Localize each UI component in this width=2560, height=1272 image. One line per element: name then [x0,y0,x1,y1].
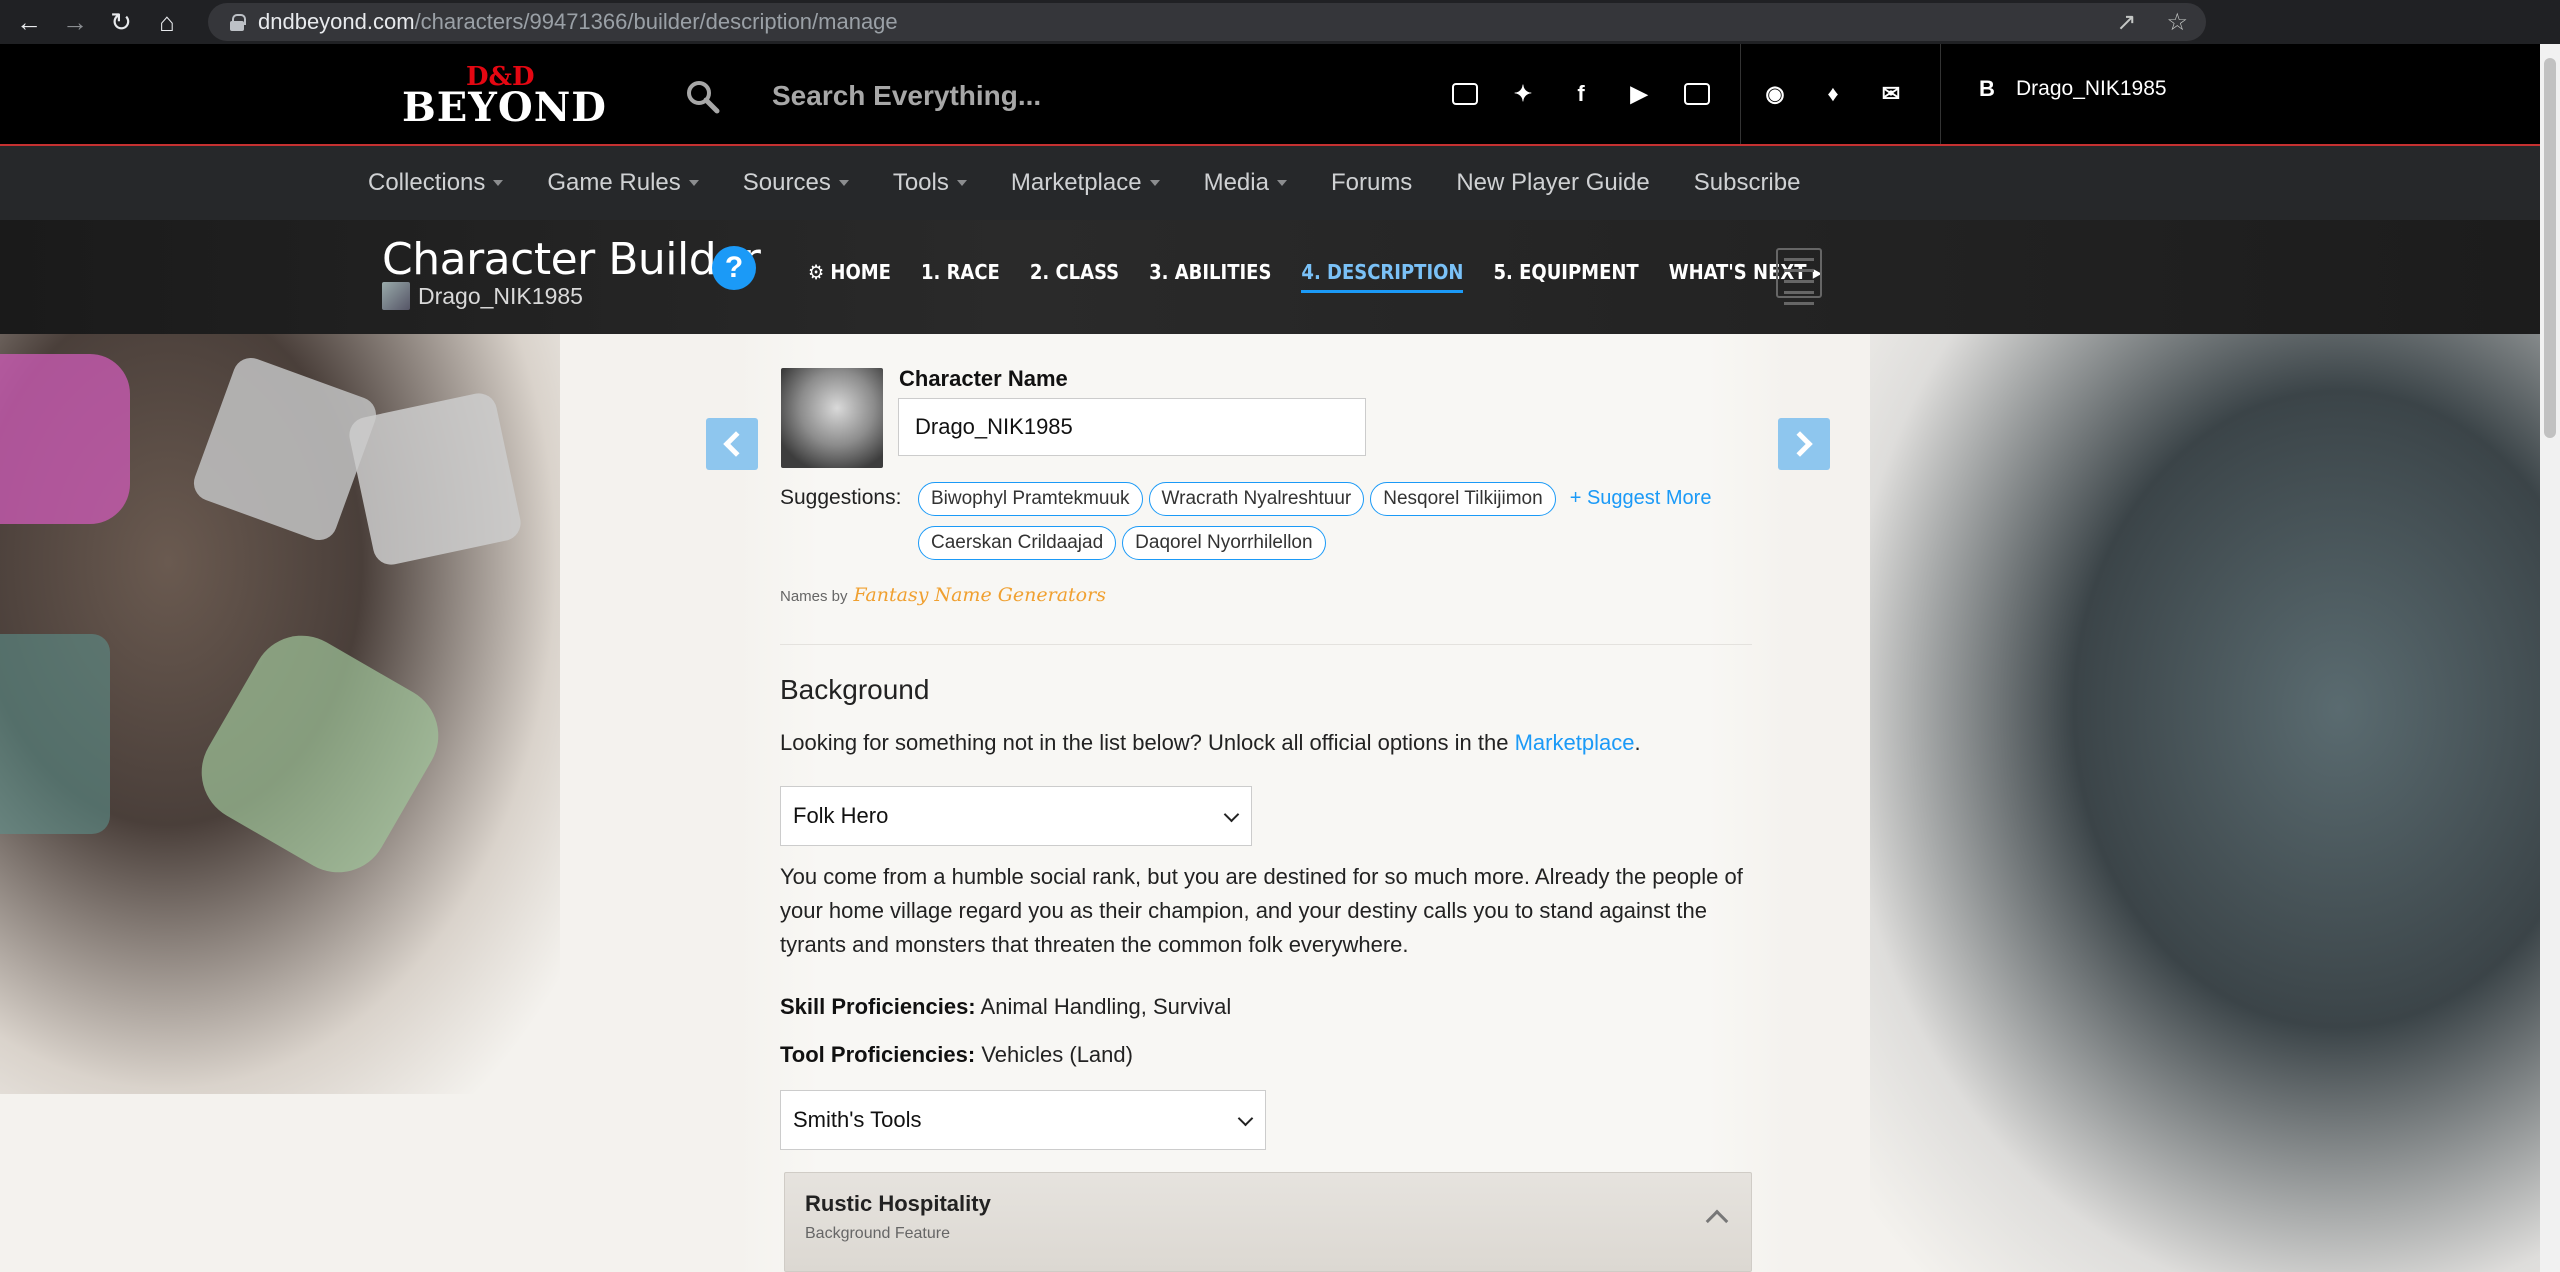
prev-step-button[interactable] [706,418,758,470]
site-header: D&D BEYOND Search Everything... ✦ f ▶ ◉ … [0,44,2540,146]
user-initial: B [1979,76,1995,101]
builder-stage: Character Name Drago_NIK1985 Suggestions… [0,334,2540,1272]
avatar [382,282,410,310]
skill-proficiencies: Skill Proficiencies: Animal Handling, Su… [780,994,1232,1019]
username: Drago_NIK1985 [2016,77,2167,100]
dndbeyond-logo[interactable]: D&D BEYOND [402,62,606,131]
nav-collections[interactable]: Collections [368,169,504,197]
caret-down-icon [1276,180,1287,186]
search-icon[interactable] [684,78,720,114]
caret-down-icon [493,180,504,186]
nav-label: Game Rules [547,169,681,196]
main-nav: Collections Game Rules Sources Tools Marketp… [0,146,2540,220]
builder-step-4[interactable]: 4. DESCRIPTION [1301,260,1464,293]
logo-beyond: BEYOND [402,84,607,131]
builder-step-1[interactable]: 1. RACE [921,260,1000,293]
scrollbar-thumb[interactable] [2544,58,2556,438]
nav-label: Subscribe [1693,169,1801,196]
background-feature-header[interactable]: Rustic Hospitality Background Feature [784,1172,1752,1272]
builder-user: Drago_NIK1985 [382,282,583,310]
builder-step-5[interactable]: 5. EQUIPMENT [1493,260,1638,293]
bookmark-star-icon[interactable]: ☆ [2166,8,2188,37]
nav-tools[interactable]: Tools [893,169,967,197]
next-step-button[interactable] [1778,418,1830,470]
twitch-icon[interactable] [1682,80,1712,108]
lock-icon[interactable] [230,14,246,31]
background-select[interactable]: Folk Hero [780,786,1252,846]
nav-marketplace[interactable]: Marketplace [1011,169,1160,197]
reload-icon[interactable]: ↻ [104,5,138,39]
youtube-icon[interactable]: ▶ [1624,80,1654,108]
feature-subtitle: Background Feature [805,1225,950,1242]
fantasy-name-generators-link[interactable]: Fantasy Name Generators [854,584,1106,606]
nav-subscribe[interactable]: Subscribe [1694,169,1801,197]
search-input[interactable]: Search Everything... [772,80,1041,112]
suggest-more-link[interactable]: + Suggest More [1570,487,1712,510]
header-divider [1740,44,1741,144]
suggestions-label: Suggestions: [780,486,902,509]
tool-proficiencies: Tool Proficiencies: Vehicles (Land) [780,1042,1133,1067]
help-button[interactable]: ? [712,246,756,290]
nav-forums[interactable]: Forums [1331,169,1412,197]
character-portrait[interactable] [781,368,883,468]
character-sheet-icon[interactable] [1776,248,1822,305]
builder-step-3[interactable]: 3. ABILITIES [1149,260,1271,293]
page-scrollbar[interactable] [2540,44,2560,1272]
nav-label: Sources [742,169,831,196]
url-text[interactable]: dndbeyond.com/characters/99471366/builde… [258,9,898,35]
character-name-input[interactable]: Drago_NIK1985 [898,398,1366,456]
nav-game-rules[interactable]: Game Rules [547,169,699,197]
nav-label: Tools [892,169,949,196]
chevron-up-icon[interactable] [1705,1209,1729,1233]
caret-down-icon [688,180,699,186]
divider [780,644,1752,645]
marketplace-link[interactable]: Marketplace [1515,730,1635,755]
builder-step-0[interactable]: ⚙ HOME [808,260,891,293]
builder-step-2[interactable]: 2. CLASS [1030,260,1119,293]
user-menu[interactable]: B Drago_NIK1985 [1972,74,2167,104]
adventurers-artwork [1870,334,2540,1272]
nav-label: Forums [1330,169,1413,196]
address-bar[interactable]: dndbeyond.com/characters/99471366/builde… [208,3,2206,41]
share-icon[interactable]: ↗ [2116,8,2136,37]
name-suggestion-chip[interactable]: Wracrath Nyalreshtuur [1148,482,1365,516]
builder-title: Character Builder [382,234,761,285]
caret-down-icon [956,180,967,186]
discord-icon[interactable] [1450,80,1480,108]
nav-label: Marketplace [1010,169,1142,196]
builder-header: Character Builder Drago_NIK1985 ? ⚙ HOME… [0,220,2540,334]
caret-down-icon [838,180,849,186]
nav-new-player-guide[interactable]: New Player Guide [1456,169,1649,197]
twitter-icon[interactable]: ✦ [1508,80,1538,108]
background-heading: Background [780,674,930,705]
names-by: Names by Fantasy Name Generators [780,584,1106,606]
nav-media[interactable]: Media [1204,169,1287,197]
character-name-label: Character Name [899,366,1068,391]
dice-artwork [0,334,560,1094]
dice-icon[interactable]: ◉ [1760,80,1790,108]
tool-select[interactable]: Smith's Tools [780,1090,1266,1150]
builder-username: Drago_NIK1985 [418,282,583,309]
bell-icon[interactable]: ♦ [1818,80,1848,108]
name-suggestion-chip[interactable]: Daqorel Nyorrhilellon [1122,526,1326,560]
nav-label: Collections [368,169,486,196]
name-suggestions: Biwophyl Pramtekmuuk Wracrath Nyalreshtuu… [918,482,1758,570]
browser-toolbar: ← → ↻ ⌂ dndbeyond.com/characters/9947136… [0,0,2560,44]
back-icon[interactable]: ← [12,5,46,39]
header-divider [1940,44,1941,144]
caret-down-icon [1149,180,1160,186]
nav-sources[interactable]: Sources [743,169,849,197]
unlock-text: Looking for something not in the list be… [780,730,1641,755]
name-suggestion-chip[interactable]: Caerskan Crildaajad [918,526,1117,560]
nav-label: New Player Guide [1456,169,1650,196]
feature-title: Rustic Hospitality [805,1191,991,1216]
nav-label: Media [1203,169,1269,196]
facebook-icon[interactable]: f [1566,80,1596,108]
name-suggestion-chip[interactable]: Nesqorel Tilkijimon [1370,482,1556,516]
chat-icon[interactable]: ✉ [1876,80,1906,108]
background-description: You come from a humble social rank, but … [780,864,1743,957]
name-suggestion-chip[interactable]: Biwophyl Pramtekmuuk [918,482,1143,516]
home-icon[interactable]: ⌂ [150,5,184,39]
forward-icon[interactable]: → [58,5,92,39]
